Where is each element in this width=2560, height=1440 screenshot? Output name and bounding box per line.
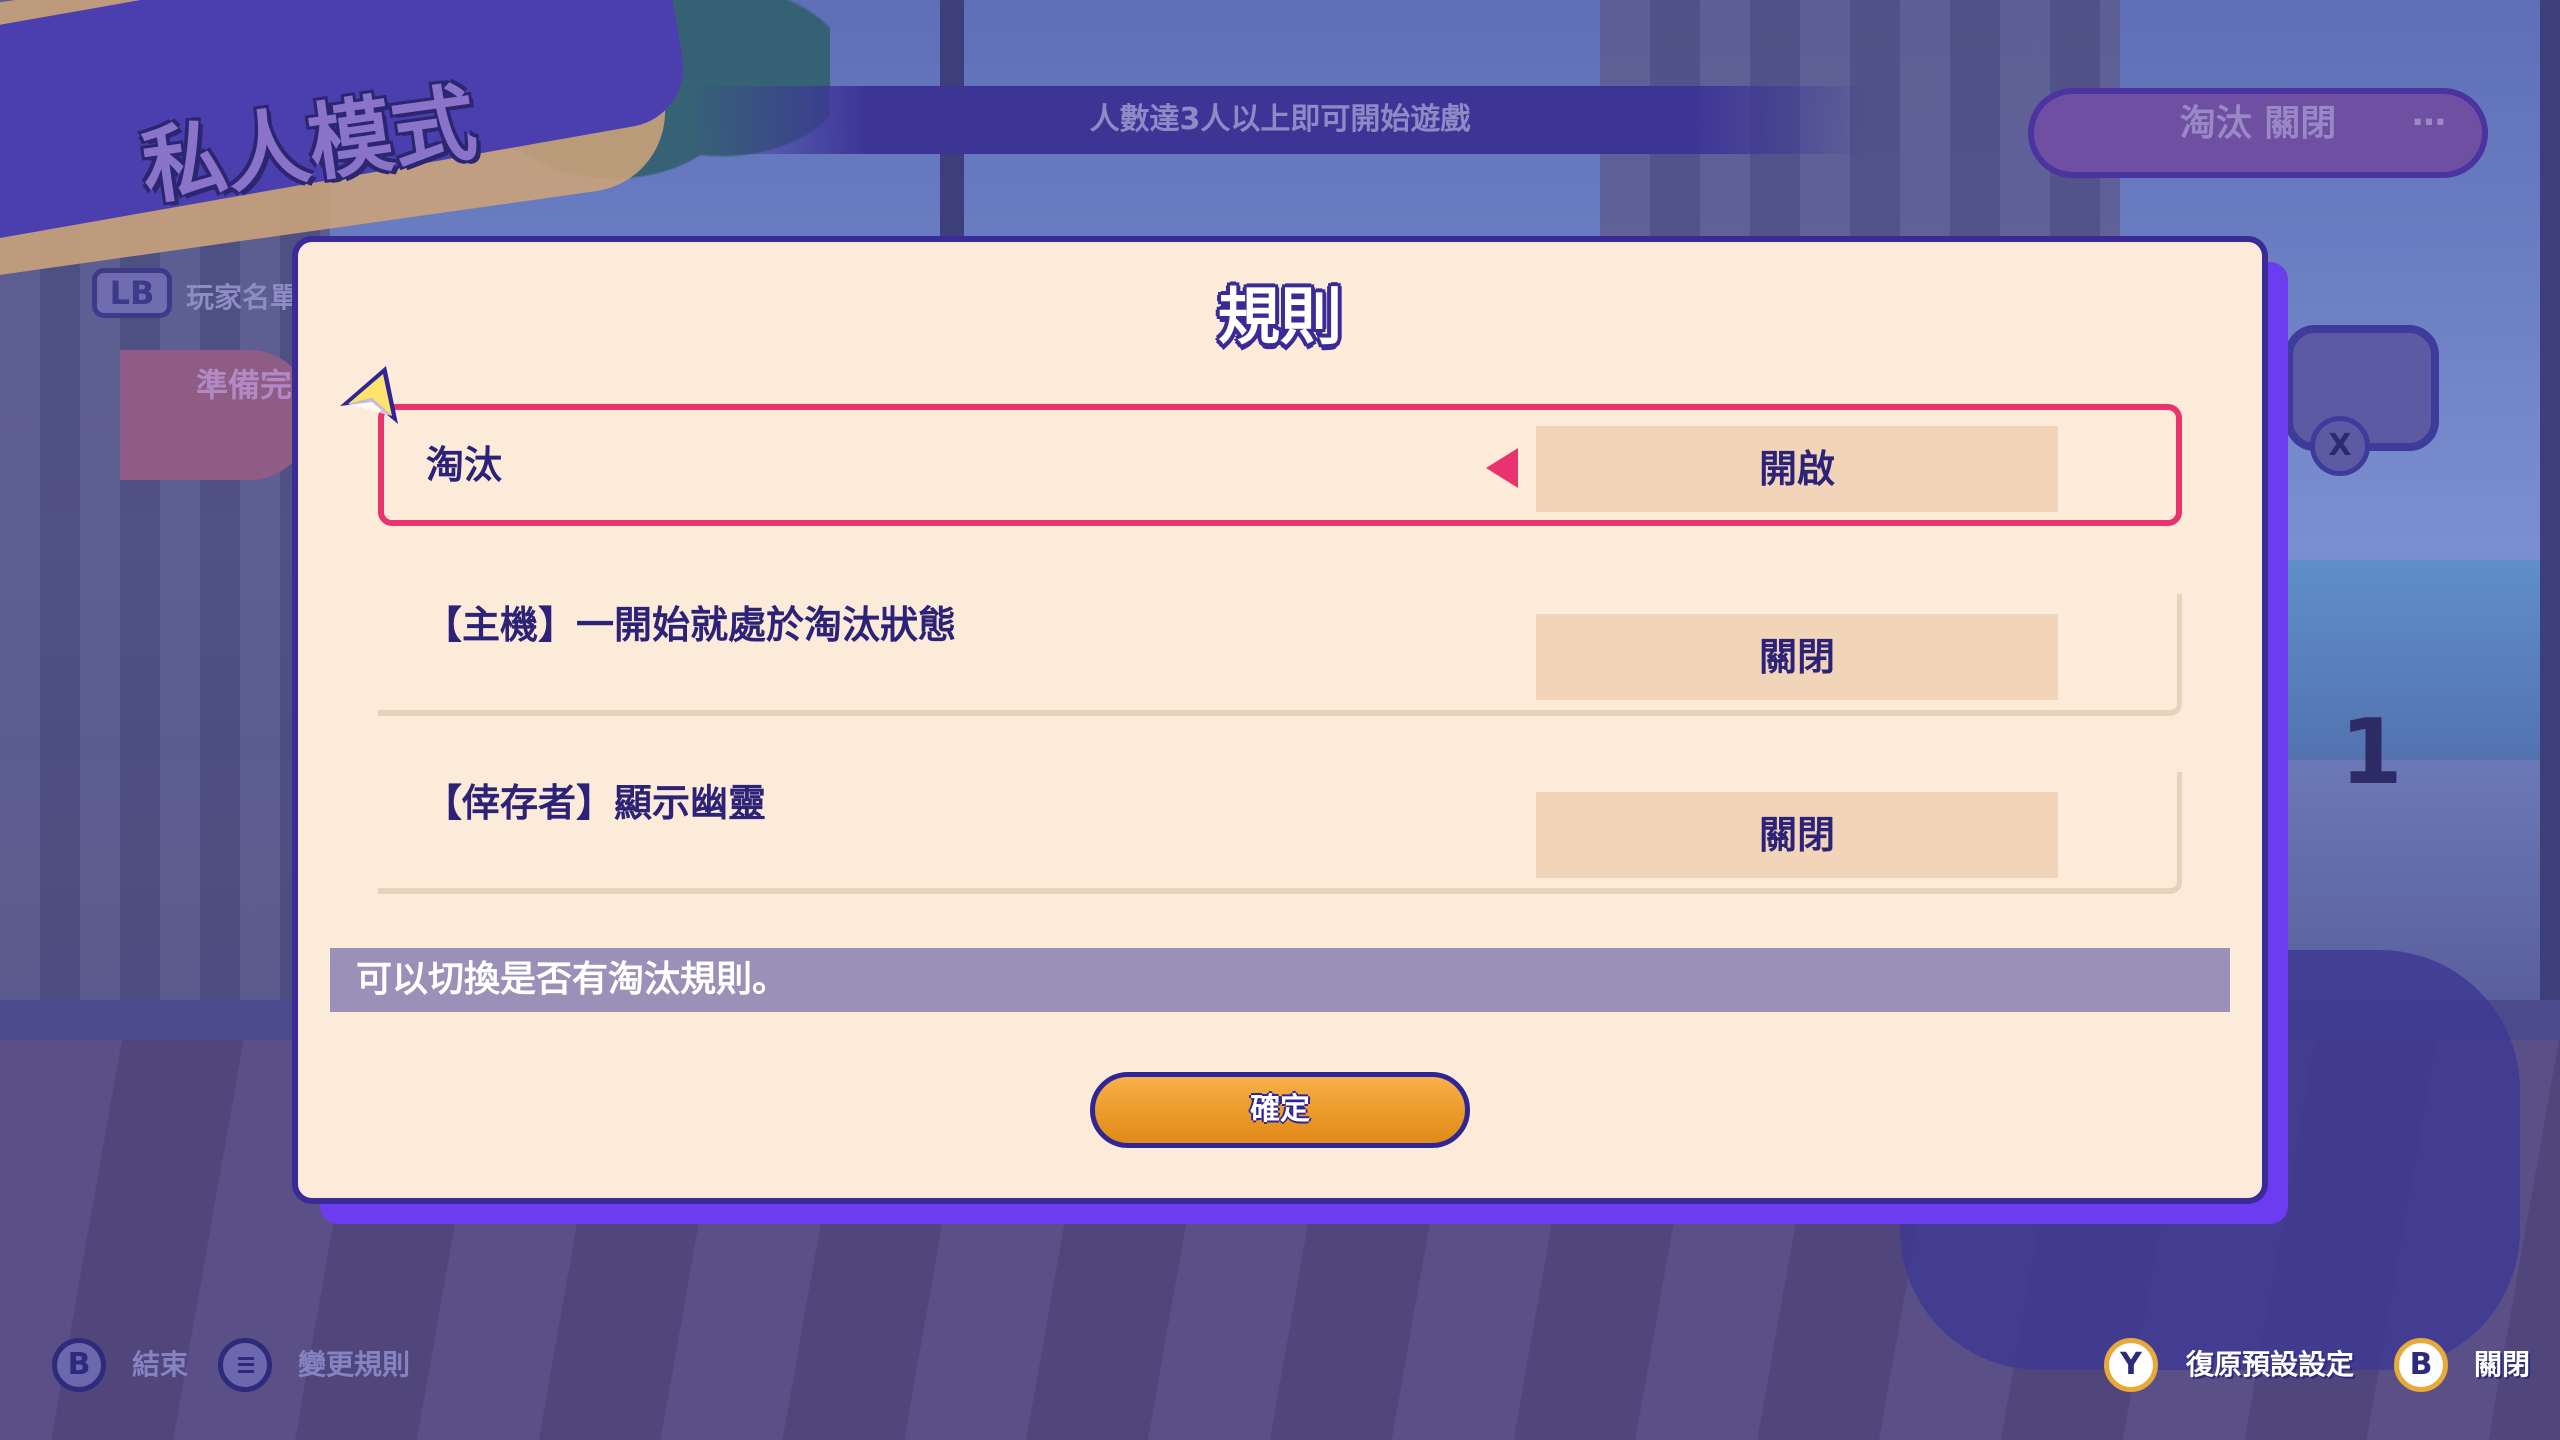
close-label[interactable]: 關閉 [2474, 1338, 2530, 1392]
rule-label: 淘汰 [426, 443, 503, 487]
player-count-notice: 人數達3人以上即可開始遊戲 [690, 86, 1870, 154]
ready-label: 準備完 [196, 366, 293, 404]
rules-dialog [292, 236, 2268, 1204]
rule-value[interactable]: 開啟 [1536, 426, 2058, 512]
b-button-icon[interactable]: B [2394, 1338, 2448, 1392]
change-rules-label[interactable]: 變更規則 [298, 1338, 410, 1392]
rule-description: 可以切換是否有淘汰規則。 [330, 948, 2230, 1012]
b-button-icon[interactable]: B [52, 1338, 106, 1392]
dialog-title: 規則 [1217, 280, 1342, 353]
rule-row-elimination[interactable]: 淘汰 開啟 [378, 404, 2182, 526]
background-number: 1 [2340, 700, 2403, 805]
rule-label: 【倖存者】顯示幽靈 [424, 781, 767, 825]
y-button-icon[interactable]: Y [2104, 1338, 2158, 1392]
rule-row-survivor-ghost[interactable]: 【倖存者】顯示幽靈 關閉 [378, 772, 2182, 894]
rule-value[interactable]: 關閉 [1536, 614, 2058, 700]
rule-row-host-eliminated[interactable]: 【主機】一開始就處於淘汰狀態 關閉 [378, 594, 2182, 716]
rule-label: 【主機】一開始就處於淘汰狀態 [424, 603, 957, 647]
cursor-pointer-icon [340, 366, 398, 424]
confirm-button[interactable]: 確定 [1090, 1072, 1470, 1148]
rule-summary-chip[interactable]: 淘汰 關閉 … [2028, 88, 2488, 178]
x-button-icon: X [2310, 416, 2370, 476]
rule-value[interactable]: 關閉 [1536, 792, 2058, 878]
end-label[interactable]: 結束 [132, 1338, 188, 1392]
selection-arrow-icon[interactable] [1486, 448, 1518, 488]
background-window-post [2540, 0, 2560, 1000]
menu-button-icon[interactable] [218, 1338, 272, 1392]
reset-defaults-label[interactable]: 復原預設設定 [2186, 1338, 2354, 1392]
more-icon: … [2412, 94, 2450, 134]
